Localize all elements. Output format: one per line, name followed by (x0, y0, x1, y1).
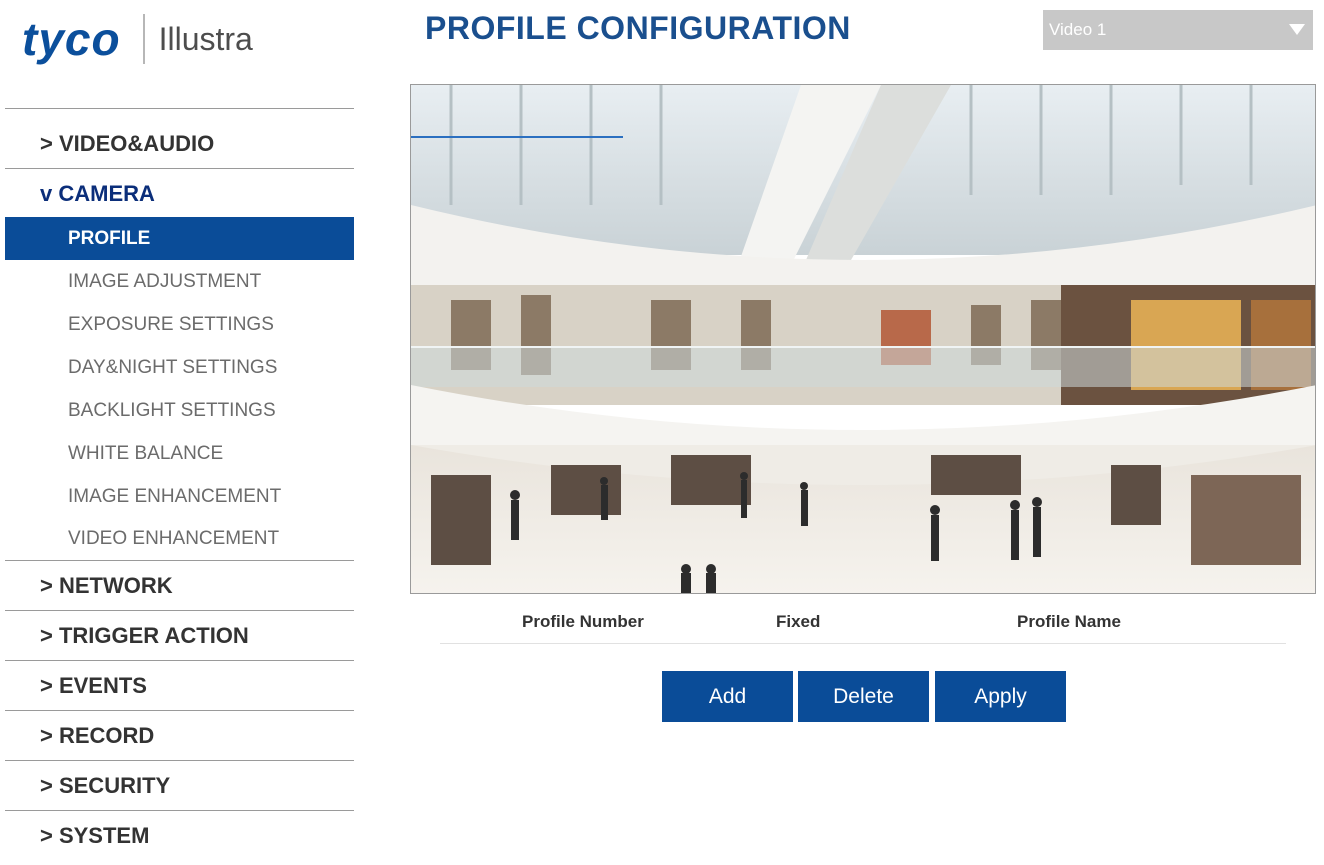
delete-button[interactable]: Delete (798, 671, 929, 722)
add-button[interactable]: Add (662, 671, 793, 722)
sidebar-section-system[interactable]: > SYSTEM (5, 811, 354, 861)
sidebar-item-backlight-settings[interactable]: BACKLIGHT SETTINGS (5, 389, 354, 432)
sidebar-section-camera[interactable]: v CAMERA (5, 169, 354, 217)
sidebar-section-record[interactable]: > RECORD (5, 711, 354, 761)
column-header-profile-number: Profile Number (522, 612, 644, 631)
chevron-down-icon (1289, 24, 1305, 35)
sidebar-section-network[interactable]: > NETWORK (5, 561, 354, 611)
sidebar-item-day-night-settings[interactable]: DAY&NIGHT SETTINGS (5, 346, 354, 389)
apply-button[interactable]: Apply (935, 671, 1066, 722)
sidebar-item-exposure-settings[interactable]: EXPOSURE SETTINGS (5, 303, 354, 346)
logo-product: Illustra (158, 21, 253, 57)
sidebar-nav: > VIDEO&AUDIO v CAMERA PROFILE IMAGE ADJ… (5, 108, 354, 861)
logo-separator (142, 14, 145, 64)
column-header-fixed: Fixed (776, 612, 821, 631)
sidebar-section-video-audio[interactable]: > VIDEO&AUDIO (5, 109, 354, 169)
profile-table-header: Profile Number Fixed Profile Name (440, 600, 1286, 644)
sidebar-item-video-enhancement[interactable]: VIDEO ENHANCEMENT (5, 518, 354, 561)
sidebar-section-events[interactable]: > EVENTS (5, 661, 354, 711)
video-preview[interactable] (410, 84, 1316, 594)
logo: tyco Illustra (22, 8, 253, 70)
sidebar-item-profile[interactable]: PROFILE (5, 217, 354, 260)
sidebar-item-image-enhancement[interactable]: IMAGE ENHANCEMENT (5, 475, 354, 518)
column-header-profile-name: Profile Name (1017, 612, 1121, 631)
camera-feed-image (411, 85, 1315, 593)
sidebar-section-security[interactable]: > SECURITY (5, 761, 354, 811)
video-stream-select-value: Video 1 (1049, 20, 1107, 39)
sidebar-item-image-adjustment[interactable]: IMAGE ADJUSTMENT (5, 260, 354, 303)
logo-brand: tyco (22, 13, 121, 65)
sidebar-section-trigger-action[interactable]: > TRIGGER ACTION (5, 611, 354, 661)
video-stream-select[interactable]: Video 1 (1043, 10, 1313, 50)
page-title: PROFILE CONFIGURATION (425, 10, 851, 46)
sidebar-item-white-balance[interactable]: WHITE BALANCE (5, 432, 354, 475)
